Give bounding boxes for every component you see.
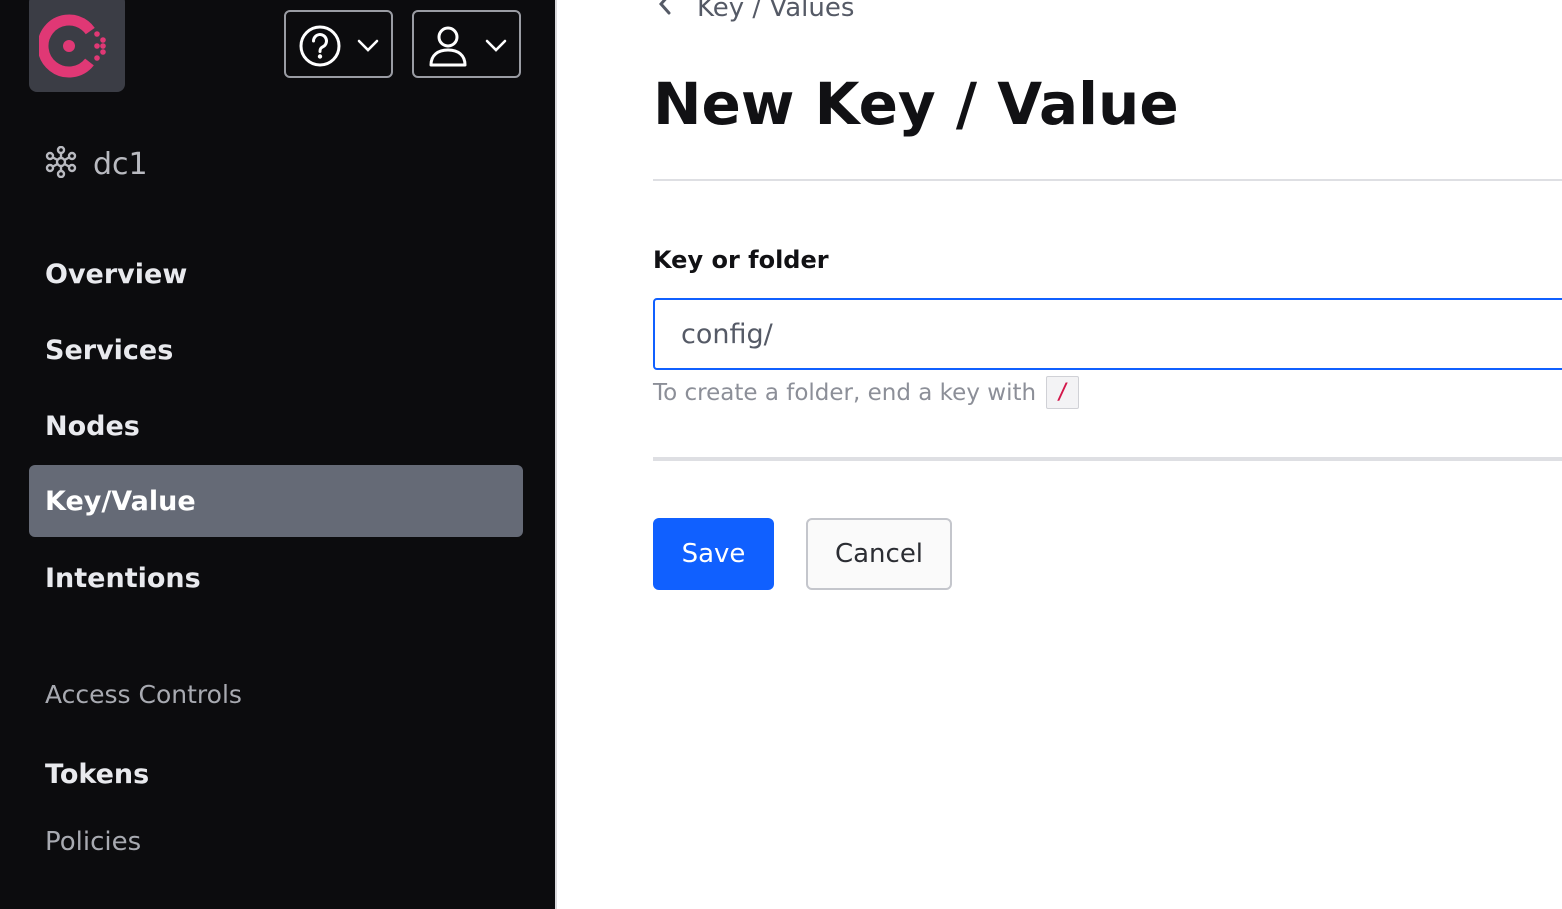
save-button[interactable]: Save — [653, 518, 774, 590]
nav-item-key-value[interactable]: Key/Value — [29, 465, 523, 537]
consul-logo-icon[interactable] — [29, 0, 125, 92]
chevron-down-icon — [357, 38, 379, 57]
breadcrumb[interactable]: Key / Values — [657, 0, 854, 23]
nav-item-services[interactable]: Services — [29, 314, 523, 386]
page-title: New Key / Value — [653, 70, 1179, 138]
divider — [653, 179, 1562, 181]
nav-item-tokens[interactable]: Tokens — [29, 738, 523, 810]
access-controls-heading: Access Controls — [45, 680, 242, 709]
folder-slash-code: / — [1046, 376, 1080, 409]
datacenter-selector[interactable]: dc1 — [45, 145, 148, 182]
datacenter-icon — [45, 145, 77, 182]
help-menu-button[interactable] — [284, 10, 393, 78]
chevron-down-icon — [485, 38, 507, 57]
nav-item-overview[interactable]: Overview — [29, 238, 523, 310]
key-field-label: Key or folder — [653, 246, 829, 274]
key-input[interactable] — [653, 298, 1562, 370]
main-content: Key / Values New Key / Value Key or fold… — [557, 0, 1562, 909]
chevron-left-icon — [657, 0, 673, 23]
cancel-button[interactable]: Cancel — [806, 518, 952, 590]
datacenter-label: dc1 — [93, 146, 148, 182]
help-circle-icon — [298, 24, 342, 72]
divider — [653, 457, 1562, 461]
nav-item-intentions[interactable]: Intentions — [29, 542, 523, 614]
user-icon — [426, 24, 470, 72]
key-help-text: To create a folder, end a key with / — [653, 376, 1080, 409]
user-menu-button[interactable] — [412, 10, 521, 78]
app-window: dc1 Overview Services Nodes Key/Value In… — [0, 0, 1562, 909]
help-text-label: To create a folder, end a key with — [653, 379, 1037, 406]
breadcrumb-label: Key / Values — [697, 0, 855, 23]
nav-item-nodes[interactable]: Nodes — [29, 390, 523, 462]
nav-item-policies[interactable]: Policies — [29, 806, 523, 878]
sidebar: dc1 Overview Services Nodes Key/Value In… — [0, 0, 557, 909]
